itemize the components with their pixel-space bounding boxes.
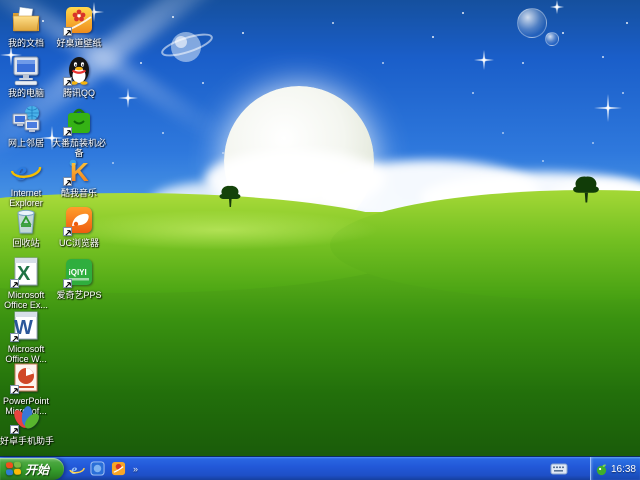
shortcut-arrow-icon xyxy=(63,279,72,288)
desktop-icon-uc-browser[interactable]: UC浏览器 xyxy=(51,204,107,248)
shortcut-arrow-icon xyxy=(63,77,72,86)
quick-launch-overflow-chevron[interactable]: » xyxy=(133,464,138,474)
desktop-icon-wallpaper-app[interactable]: 好桌道壁纸 xyxy=(51,4,107,48)
icon-label: 回收站 xyxy=(12,238,40,248)
desktop-icon-tomato-app[interactable]: 大番茄装机必备 xyxy=(51,104,107,158)
quick-launch-wallpaper-app-icon[interactable] xyxy=(110,460,127,477)
shortcut-arrow-icon xyxy=(63,27,72,36)
tomato-bag-icon xyxy=(63,104,95,136)
shortcut-arrow-icon xyxy=(10,425,19,434)
desktop-icon-internet-explorer[interactable]: e Internet Explorer xyxy=(0,154,52,208)
icon-label: 酷我音乐 xyxy=(60,188,97,198)
icon-label: Microsoft Office W... xyxy=(5,344,47,364)
excel-icon: X xyxy=(10,256,42,288)
svg-text:iQIYI: iQIYI xyxy=(69,268,87,277)
iqiyi-pps-icon: iQIYI xyxy=(63,256,95,288)
taskbar: 开始 e » 16:38 xyxy=(0,456,640,480)
tree-silhouette xyxy=(570,174,602,209)
windows-logo-icon xyxy=(6,461,21,476)
qq-penguin-icon xyxy=(63,54,95,86)
icon-label: 好卓手机助手 xyxy=(0,436,55,446)
powerpoint-icon xyxy=(10,362,42,394)
shortcut-arrow-icon xyxy=(10,279,19,288)
sparkle xyxy=(474,50,494,70)
desktop-icon-my-documents[interactable]: 我的文档 xyxy=(0,4,52,48)
icon-label: 我的文档 xyxy=(7,38,44,48)
tree-silhouette xyxy=(217,184,243,213)
svg-text:e: e xyxy=(71,463,77,477)
language-keyboard-icon[interactable] xyxy=(550,461,568,476)
desktop-icon-kuwo-music[interactable]: K 酷我音乐 xyxy=(51,154,107,198)
uc-browser-icon xyxy=(63,204,95,236)
desktop-icon-qq[interactable]: 腾讯QQ xyxy=(51,54,107,98)
bubble-planet xyxy=(517,8,547,38)
tray-app-icon[interactable] xyxy=(595,463,608,476)
icon-label: 我的电脑 xyxy=(7,88,44,98)
icon-label: Microsoft Office Ex... xyxy=(4,290,48,310)
desktop: 我的文档 我的电脑 网上邻居 e Internet Explorer 回收站 X… xyxy=(0,0,640,480)
network-places-icon xyxy=(10,104,42,136)
quick-launch-ie-icon[interactable]: e xyxy=(68,460,85,477)
saturn-planet xyxy=(160,24,218,70)
word-icon: W xyxy=(10,310,42,342)
desktop-icon-network-places[interactable]: 网上邻居 xyxy=(0,104,52,148)
bubble-planet xyxy=(545,32,559,46)
icon-label: 腾讯QQ xyxy=(62,88,95,98)
desktop-icon-excel[interactable]: X Microsoft Office Ex... xyxy=(0,256,52,310)
phone-assistant-icon xyxy=(10,402,42,434)
grass-highlight xyxy=(60,210,380,250)
sparkle xyxy=(550,0,564,14)
desktop-icon-iqiyi-pps[interactable]: iQIYI 爱奇艺PPS xyxy=(51,256,107,300)
icon-label: 好桌道壁纸 xyxy=(56,38,102,48)
shortcut-arrow-icon xyxy=(63,127,72,136)
icon-label: 网上邻居 xyxy=(7,138,44,148)
my-computer-icon xyxy=(10,54,42,86)
shortcut-arrow-icon xyxy=(10,385,19,394)
shortcut-arrow-icon xyxy=(63,177,72,186)
quick-launch-media-app-icon[interactable] xyxy=(89,460,106,477)
icon-label: 爱奇艺PPS xyxy=(56,290,102,300)
sparkle xyxy=(594,94,622,122)
sparkle xyxy=(118,88,138,108)
shortcut-arrow-icon xyxy=(10,333,19,342)
desktop-icon-phone-assistant[interactable]: 好卓手机助手 xyxy=(0,402,55,446)
wallpaper-app-icon xyxy=(63,4,95,36)
desktop-icon-my-computer[interactable]: 我的电脑 xyxy=(0,54,52,98)
recycle-bin-icon xyxy=(10,204,42,236)
system-tray: 16:38 xyxy=(590,457,640,480)
desktop-icon-recycle-bin[interactable]: 回收站 xyxy=(0,204,52,248)
quick-launch-bar: e » xyxy=(68,460,138,477)
internet-explorer-icon: e xyxy=(10,154,42,186)
icon-label: UC浏览器 xyxy=(59,238,99,248)
my-documents-icon xyxy=(10,4,42,36)
shortcut-arrow-icon xyxy=(63,227,72,236)
taskbar-clock[interactable]: 16:38 xyxy=(611,464,636,475)
svg-text:e: e xyxy=(15,156,27,186)
start-button[interactable]: 开始 xyxy=(0,458,64,480)
star-field xyxy=(0,0,2,2)
kuwo-music-icon: K xyxy=(63,154,95,187)
desktop-icon-word[interactable]: W Microsoft Office W... xyxy=(0,310,52,364)
start-button-label: 开始 xyxy=(25,462,50,477)
